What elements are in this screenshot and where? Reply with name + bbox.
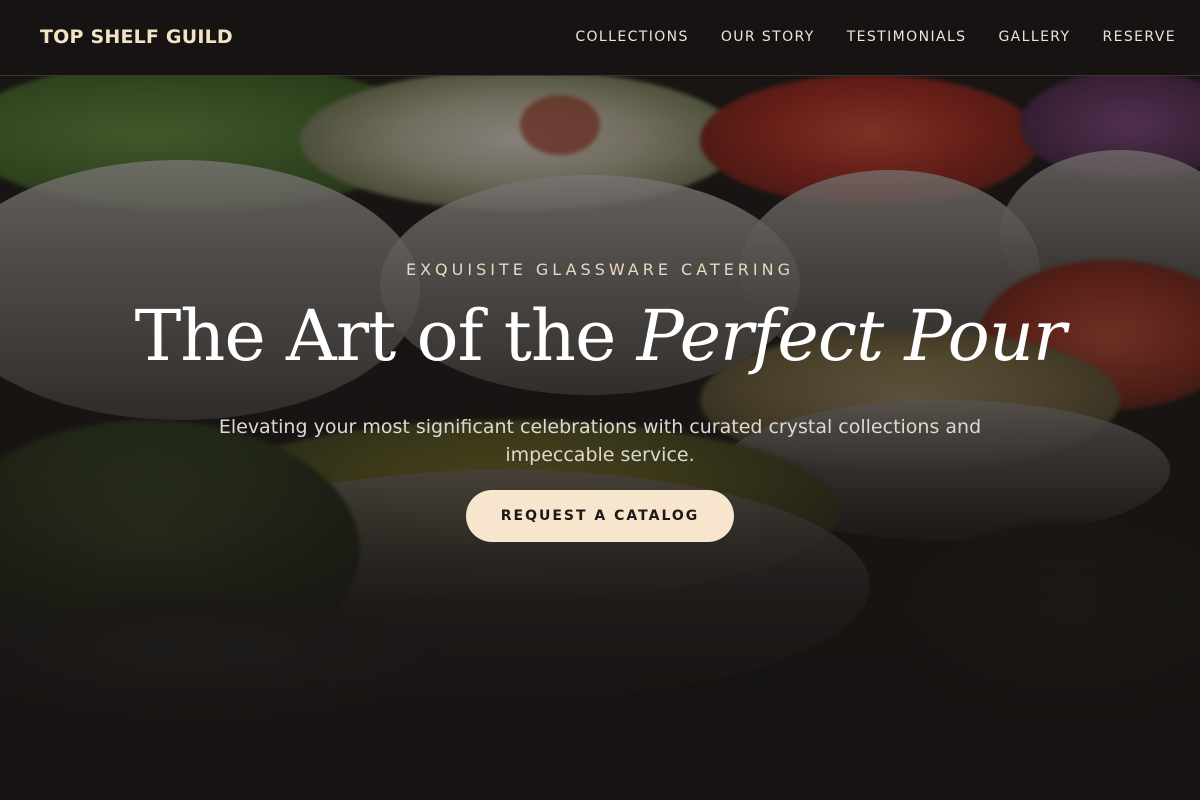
- brand-logo[interactable]: TOP SHELF GUILD: [40, 26, 233, 48]
- hero-headline-plain: The Art of the: [134, 295, 637, 377]
- hero-subtitle: Elevating your most significant celebrat…: [218, 416, 982, 466]
- hero-headline-italic: Perfect Pour: [636, 295, 1067, 377]
- top-navbar: TOP SHELF GUILD COLLECTIONS OUR STORY TE…: [0, 0, 1200, 76]
- nav-link-gallery[interactable]: GALLERY: [998, 29, 1070, 45]
- nav-link-our-story[interactable]: OUR STORY: [721, 29, 815, 45]
- hero-background-image: [0, 0, 1200, 800]
- main-nav: COLLECTIONS OUR STORY TESTIMONIALS GALLE…: [575, 29, 1176, 45]
- request-catalog-button[interactable]: REQUEST A CATALOG: [466, 490, 734, 542]
- nav-link-reserve[interactable]: RESERVE: [1103, 29, 1177, 45]
- nav-link-collections[interactable]: COLLECTIONS: [575, 29, 688, 45]
- hero-headline: The Art of the Perfect Pour: [0, 294, 1200, 378]
- hero-eyebrow: EXQUISITE GLASSWARE CATERING: [405, 260, 795, 279]
- page: TOP SHELF GUILD COLLECTIONS OUR STORY TE…: [0, 0, 1200, 800]
- nav-link-testimonials[interactable]: TESTIMONIALS: [847, 29, 967, 45]
